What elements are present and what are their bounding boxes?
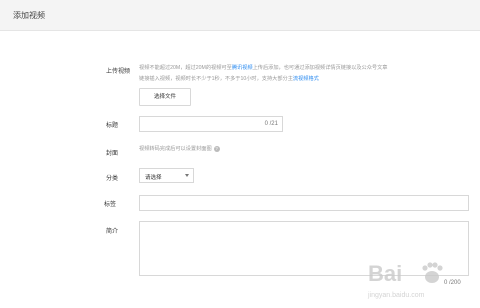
category-placeholder: 请选择 [145, 175, 162, 181]
intro-label: 简介 [106, 229, 119, 235]
paw-icon [422, 262, 443, 283]
baidu-watermark: Bai jingyan.baidu.com [360, 255, 478, 303]
tencent-video-link[interactable]: 腾讯视频 [232, 65, 253, 71]
header-bar: 添加视频 [0, 0, 480, 31]
watermark-subtext: jingyan.baidu.com [367, 292, 425, 299]
watermark-graphic: Bai jingyan.baidu.com [367, 261, 443, 299]
help-icon[interactable]: ? [213, 145, 220, 152]
upload-hint-text-1: 视频不能超过20M，超过20M的视频可至 [139, 65, 232, 71]
category-select[interactable]: 请选择 [139, 168, 194, 183]
category-label: 分类 [106, 176, 119, 182]
tags-label: 标签 [104, 202, 117, 208]
upload-hint-text-3: 链接插入视频，视频时长不少于1秒，不多于10小时，支持大部分主 [139, 76, 293, 82]
title-input[interactable]: 0 /21 [139, 116, 283, 132]
upload-label: 上传视频 [106, 69, 131, 75]
video-formats-link[interactable]: 流视频格式 [293, 76, 319, 82]
title-label: 标题 [106, 123, 119, 129]
tags-input[interactable] [139, 195, 469, 211]
upload-hint: 视频不能超过20M，超过20M的视频可至腾讯视频上传后添加，也可通过添加视频详情… [139, 63, 469, 85]
page-title: 添加视频 [13, 11, 45, 20]
chevron-down-icon [185, 174, 189, 177]
watermark-text: Bai [368, 261, 402, 286]
cover-hint-text: 视频转码完成后可以设置封面图 [139, 146, 212, 152]
title-counter: 0 /21 [264, 121, 278, 127]
cover-hint: 视频转码完成后可以设置封面图? [139, 144, 220, 155]
upload-hint-text-2: 上传后添加，也可通过添加视频详情页链接以及公众号文章 [252, 65, 388, 71]
choose-file-button[interactable]: 选择文件 [139, 88, 191, 106]
cover-label: 封面 [106, 151, 119, 157]
